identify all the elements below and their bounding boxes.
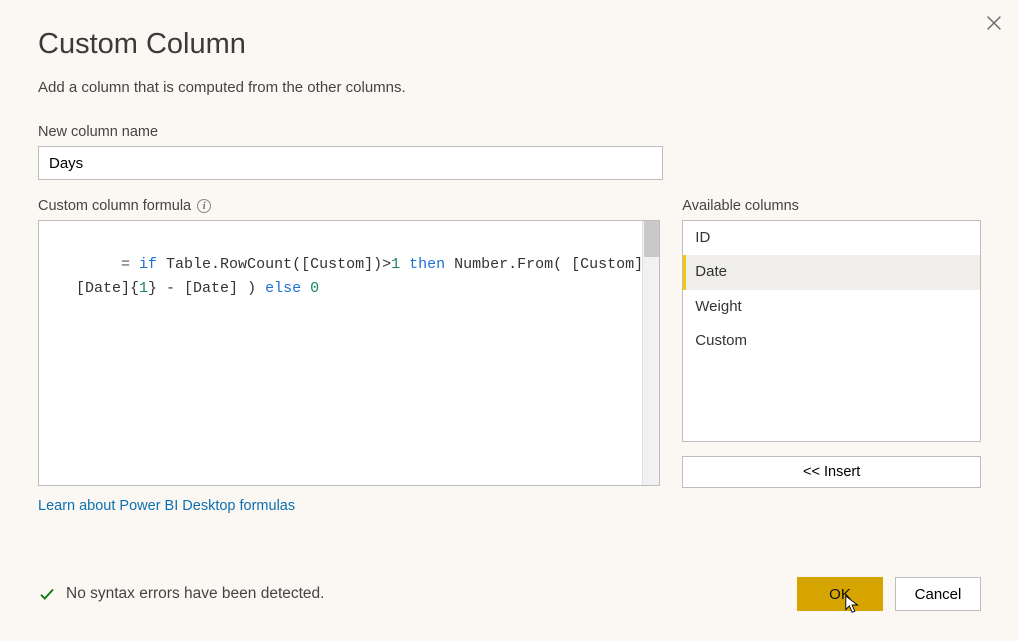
- available-columns-label: Available columns: [682, 198, 981, 214]
- column-name-label: New column name: [38, 124, 981, 140]
- available-column-item[interactable]: Weight: [683, 290, 980, 324]
- check-icon: [38, 585, 56, 603]
- column-name-input[interactable]: [38, 146, 663, 180]
- formula-token: 1: [391, 256, 400, 273]
- cancel-button[interactable]: Cancel: [895, 577, 981, 611]
- formula-label: Custom column formula i: [38, 198, 660, 214]
- close-icon[interactable]: [983, 12, 1005, 34]
- status-row: No syntax errors have been detected.: [38, 585, 324, 603]
- formula-prefix: =: [121, 256, 139, 273]
- ok-button[interactable]: OK: [797, 577, 883, 611]
- status-message: No syntax errors have been detected.: [66, 585, 324, 603]
- formula-scrollbar[interactable]: [642, 221, 659, 485]
- formula-token: } - [Date] ): [148, 280, 265, 297]
- ok-button-label: OK: [829, 586, 851, 603]
- available-column-item[interactable]: Date: [683, 255, 980, 289]
- formula-editor[interactable]: = if Table.RowCount([Custom])>1 then Num…: [38, 220, 660, 486]
- formula-label-text: Custom column formula: [38, 198, 191, 214]
- available-column-item[interactable]: ID: [683, 221, 980, 255]
- formula-token: [400, 256, 409, 273]
- formula-token: then: [409, 256, 445, 273]
- scrollbar-thumb[interactable]: [644, 221, 659, 257]
- dialog-subtitle: Add a column that is computed from the o…: [38, 79, 981, 96]
- formula-token: 1: [139, 280, 148, 297]
- learn-link[interactable]: Learn about Power BI Desktop formulas: [38, 498, 295, 514]
- custom-column-dialog: Custom Column Add a column that is compu…: [0, 0, 1019, 641]
- dialog-title: Custom Column: [38, 28, 981, 61]
- formula-token: 0: [310, 280, 319, 297]
- info-icon[interactable]: i: [197, 199, 211, 213]
- available-column-item[interactable]: Custom: [683, 324, 980, 358]
- insert-button[interactable]: << Insert: [682, 456, 981, 488]
- formula-token: else: [265, 280, 301, 297]
- formula-token: Table.RowCount([Custom])>: [157, 256, 391, 273]
- formula-token: if: [139, 256, 157, 273]
- formula-token: [301, 280, 310, 297]
- available-columns-list: IDDateWeightCustom: [682, 220, 981, 442]
